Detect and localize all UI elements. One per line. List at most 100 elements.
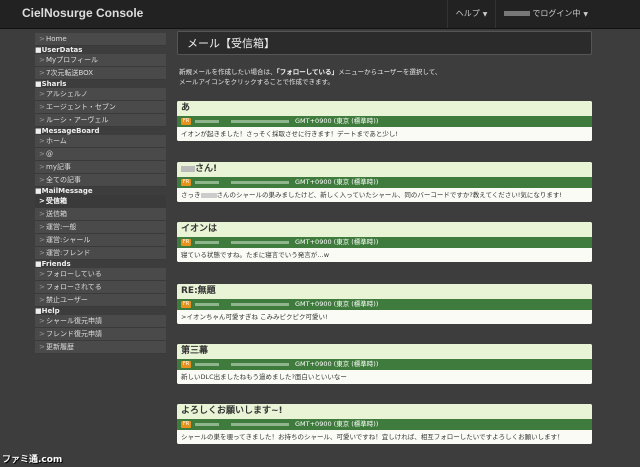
message-title-text: さん! [195,164,218,174]
date-redacted [231,181,289,184]
help-menu[interactable]: ヘルプ ▼ [446,0,496,28]
message-body: イオンが起きました！さっそく採取させに行きます！デートまであと少し! [177,127,592,141]
sidebar-item-blocked[interactable]: > 禁止ユーザー [35,294,166,307]
message-meta: FR GMT+0900 (東京 (標準時)) [177,116,592,127]
friend-tag-icon: FR [181,239,191,246]
chevron-right-icon: > [39,330,45,338]
chevron-right-icon: > [39,35,45,43]
sidebar-item-admin-sharl[interactable]: > 運営:シャール [35,234,166,247]
sidebar-item-board-home[interactable]: > ホーム [35,135,166,148]
sidebar-item-label: 送信箱 [46,210,67,218]
message-body-text: さんのシャールの巣みましたけど、新しく入っていたシャール、同のバーコードですか?… [216,191,563,199]
sidebar-item-sharl-3[interactable]: > ルーシ・アーヴェル [35,114,166,127]
name-redacted [181,165,195,172]
friend-tag-icon: FR [181,361,191,368]
sidebar-section-friends: ■Friends [35,260,71,268]
sidebar-item-all-posts[interactable]: > 全ての記事 [35,174,166,187]
chevron-right-icon: > [39,103,45,111]
sidebar-item-label: 運営:フレンド [46,249,91,257]
sidebar-item-label: Home [46,35,67,43]
sidebar-item-followers[interactable]: > フォローされてる [35,281,166,294]
app-brand[interactable]: CielNosurge Console [22,6,143,20]
sidebar-item-following[interactable]: > フォローしている [35,268,166,281]
sender-redacted [195,181,219,184]
sidebar-item-label: 更新履歴 [46,343,74,351]
date-redacted [231,303,289,306]
sidebar-item-label: 運営:シャール [46,236,91,244]
sidebar-section-userdatas: ■UserDatas [35,46,83,54]
sidebar-item-label: 受信箱 [46,197,67,205]
sidebar-item-admin-friend[interactable]: > 運営:フレンド [35,247,166,260]
sidebar-item-inbox[interactable]: > 受信箱 [35,195,166,208]
message-title: 第三幕 [177,344,592,359]
message-body: さっき さんのシャールの巣みましたけど、新しく入っていたシャール、同のバーコードで… [177,188,592,202]
sidebar-item-label: 運営:一般 [46,223,77,231]
message-meta: FR GMT+0900 (東京 (標準時)) [177,419,592,430]
message-body: 寝ている状態ですね。たまに寝言でいう発言が…w [177,248,592,262]
sidebar-item-sharl-restore[interactable]: > シャール復元申請 [35,315,166,328]
message-title: さん! [177,162,592,177]
date-redacted [231,120,289,123]
chevron-right-icon: > [39,210,45,218]
sidebar-item-label: エージェント・セブン [46,103,116,111]
chevron-right-icon: > [39,317,45,325]
message-item[interactable]: RE:無題 FR GMT+0900 (東京 (標準時)) >イオンちゃん可愛すぎ… [177,284,592,324]
sidebar-item-changelog[interactable]: > 更新履歴 [35,341,166,354]
timezone-text: GMT+0900 (東京 (標準時)) [295,238,379,246]
chevron-right-icon: > [39,69,45,77]
chevron-right-icon: > [39,270,45,278]
message-item[interactable]: イオンは FR GMT+0900 (東京 (標準時)) 寝ている状態ですね。たま… [177,222,592,262]
sidebar-item-outbox[interactable]: > 送信箱 [35,208,166,221]
sidebar-item-my-posts[interactable]: > my記事 [35,161,166,174]
sidebar-item-transfer-box[interactable]: >7次元転送BOX [35,67,166,80]
topnav-right: ヘルプ ▼ でログイン中 ▼ [446,0,596,28]
message-meta: FR GMT+0900 (東京 (標準時)) [177,359,592,370]
message-item[interactable]: よろしくお願いします~! FR GMT+0900 (東京 (標準時)) シャール… [177,404,592,444]
sidebar-item-label: @ [46,150,53,158]
sidebar-section-messageboard: ■MessageBoard [35,127,100,135]
sidebar-item-sharl-2[interactable]: > エージェント・セブン [35,101,166,114]
sidebar-item-label: 禁止ユーザー [46,296,88,304]
message-body-text: さっき [181,191,201,199]
date-redacted [231,423,289,426]
sidebar-item-my-profile[interactable]: > Myプロフィール [35,54,166,67]
login-status-label: でログイン中 [532,9,581,18]
sidebar-item-mentions[interactable]: > @ [35,148,166,161]
message-item[interactable]: あ FR GMT+0900 (東京 (標準時)) イオンが起きました！さっそく採… [177,101,592,141]
sidebar-item-home[interactable]: > Home [35,33,166,46]
chevron-right-icon: > [39,150,45,158]
sidebar-item-label: フォローしている [46,270,102,278]
message-meta: FR GMT+0900 (東京 (標準時)) [177,237,592,248]
message-item[interactable]: さん! FR GMT+0900 (東京 (標準時)) さっき さんのシャールの巣み… [177,162,592,202]
chevron-right-icon: > [39,176,45,184]
sidebar-item-label: ホーム [46,137,67,145]
timezone-text: GMT+0900 (東京 (標準時)) [295,420,379,428]
message-title: よろしくお願いします~! [177,404,592,419]
sidebar-item-label: Myプロフィール [46,56,99,64]
friend-tag-icon: FR [181,179,191,186]
sender-redacted [195,363,219,366]
sender-redacted [195,120,219,123]
message-meta: FR GMT+0900 (東京 (標準時)) [177,299,592,310]
username-redacted [504,11,531,16]
message-body: 新しいDLC出ましたねもう過めました?面白いといいなー [177,370,592,384]
date-redacted [231,363,289,366]
sidebar-section-sharls: ■Sharls [35,80,67,88]
timezone-text: GMT+0900 (東京 (標準時)) [295,117,379,125]
sender-redacted [195,303,219,306]
message-item[interactable]: 第三幕 FR GMT+0900 (東京 (標準時)) 新しいDLC出ましたねもう… [177,344,592,384]
sidebar-item-label: my記事 [46,163,71,171]
chevron-right-icon: > [39,163,45,171]
sidebar-section-help: ■Help [35,307,60,315]
timezone-text: GMT+0900 (東京 (標準時)) [295,360,379,368]
top-navbar: CielNosurge Console ヘルプ ▼ でログイン中 ▼ [0,0,640,29]
sidebar-item-friend-restore[interactable]: > フレンド復元申請 [35,328,166,341]
sidebar: > Home ■UserDatas > Myプロフィール >7次元転送BOX ■Sh… [35,33,166,354]
friend-tag-icon: FR [181,301,191,308]
user-menu[interactable]: でログイン中 ▼ [495,0,596,28]
inbox-instructions: 新規メールを作成したい場合は、「フォローしている」メニューからユーザーを選択して… [177,67,592,87]
sidebar-item-label: シャール復元申請 [46,317,102,325]
sidebar-item-admin-general[interactable]: > 運営:一般 [35,221,166,234]
sidebar-item-sharl-1[interactable]: > アルシェルノ [35,88,166,101]
timezone-text: GMT+0900 (東京 (標準時)) [295,178,379,186]
